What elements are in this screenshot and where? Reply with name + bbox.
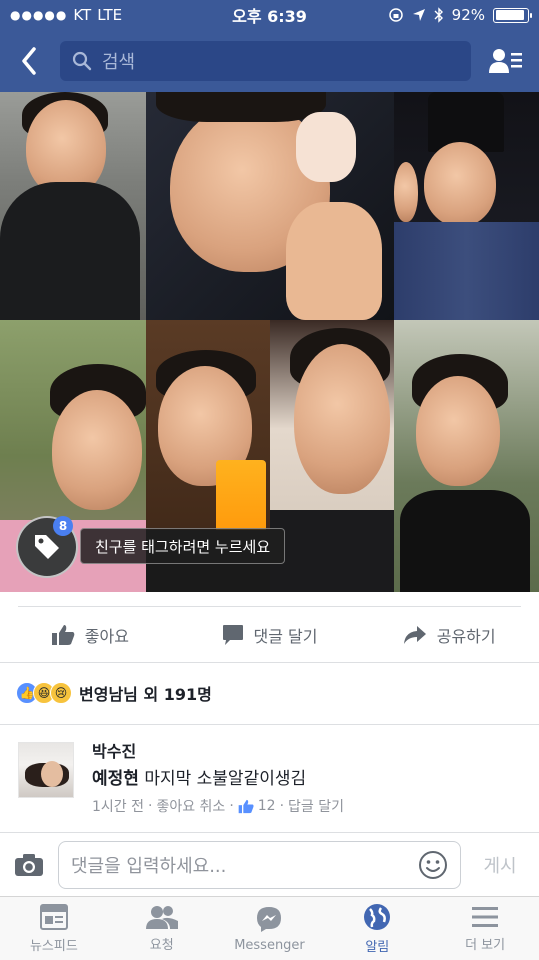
- bluetooth-icon: [434, 7, 443, 23]
- thumbs-up-icon: [238, 799, 254, 813]
- battery-percent: 92%: [451, 6, 485, 24]
- thumbs-up-icon: [51, 625, 75, 645]
- tag-icon: [35, 535, 59, 559]
- comment-label: 댓글 달기: [253, 627, 318, 646]
- reply-link[interactable]: 답글 달기: [288, 796, 344, 816]
- lock-rotation-icon: [388, 8, 403, 22]
- search-placeholder: 검색: [102, 52, 136, 73]
- divider: [18, 606, 521, 607]
- friend-requests-icon: [145, 905, 178, 929]
- comment-author[interactable]: 박수진: [92, 738, 136, 762]
- post-actions: 좋아요 댓글 달기 공유하기: [0, 608, 539, 662]
- comment-meta: 1시간 전 · 좋아요 취소 · 12 · 답글 달기: [92, 796, 345, 816]
- comment-placeholder: 댓글을 입력하세요...: [71, 856, 227, 877]
- sticker-icon[interactable]: [418, 850, 448, 880]
- divider: [0, 724, 539, 725]
- sad-reaction-icon: 😢: [50, 682, 72, 704]
- tab-label: 뉴스피드: [29, 938, 78, 954]
- tab-notifications[interactable]: 알림: [323, 897, 431, 960]
- carrier-label: KT: [73, 6, 92, 24]
- tab-newsfeed[interactable]: 뉴스피드: [0, 897, 108, 960]
- tag-count-badge: 8: [53, 516, 73, 536]
- tab-bar: 뉴스피드 요청 Messenger 알림 더 보기: [0, 896, 539, 960]
- photo-tile: [394, 320, 539, 592]
- tab-requests[interactable]: 요청: [108, 897, 216, 960]
- network-label: LTE: [97, 6, 123, 24]
- tag-tooltip[interactable]: 친구를 태그하려면 누르세요: [80, 528, 286, 564]
- comment-body: 예정현 마지막 소불알같이생김: [92, 764, 306, 789]
- share-label: 공유하기: [436, 627, 496, 646]
- location-icon: [412, 9, 425, 21]
- reaction-icons: 👍 😆 😢: [16, 682, 72, 704]
- globe-icon: [364, 903, 391, 930]
- comment-icon: [222, 625, 243, 645]
- status-bar: ●●●●● KT LTE 오후 6:39 92%: [0, 0, 539, 30]
- camera-button[interactable]: [12, 848, 46, 882]
- comment-like-count: 12: [257, 798, 276, 814]
- tab-messenger[interactable]: Messenger: [216, 897, 324, 960]
- camera-icon: [15, 854, 43, 876]
- reactions-text: 변영남님 외 191명: [79, 685, 212, 704]
- like-button[interactable]: 좋아요: [0, 608, 180, 662]
- share-button[interactable]: 공유하기: [359, 608, 539, 662]
- friends-list-button[interactable]: [485, 41, 527, 81]
- comment-input[interactable]: 댓글을 입력하세요...: [58, 841, 461, 889]
- avatar[interactable]: [18, 742, 74, 798]
- reactions-summary[interactable]: 👍 😆 😢 변영남님 외 191명: [16, 676, 212, 710]
- divider: [0, 832, 539, 833]
- comment-mention[interactable]: 예정현: [92, 769, 139, 789]
- comment: 박수진 예정현 마지막 소불알같이생김 1시간 전 · 좋아요 취소 · 12 …: [18, 738, 528, 822]
- chevron-left-icon: [22, 47, 36, 75]
- menu-icon: [472, 906, 499, 927]
- signal-dots-icon: ●●●●●: [10, 8, 68, 22]
- search-icon: [72, 51, 92, 71]
- like-label: 좋아요: [84, 627, 129, 646]
- comment-composer: 댓글을 입력하세요... 게시: [0, 836, 539, 894]
- messenger-icon: [257, 906, 282, 932]
- photo-tile: [146, 92, 394, 320]
- photo-tile: [394, 92, 539, 320]
- share-arrow-icon: [403, 626, 426, 644]
- comment-text: 마지막 소불알같이생김: [138, 769, 307, 789]
- post-photo[interactable]: 8 친구를 태그하려면 누르세요: [0, 92, 539, 592]
- photo-tile: [270, 320, 394, 592]
- comment-time[interactable]: 1시간 전: [92, 796, 144, 816]
- comment-button[interactable]: 댓글 달기: [180, 608, 360, 662]
- search-input[interactable]: 검색: [60, 41, 471, 81]
- tab-label: Messenger: [234, 937, 305, 953]
- tab-label: 알림: [365, 939, 390, 955]
- battery-icon: [493, 7, 532, 23]
- post-button[interactable]: 게시: [473, 852, 527, 878]
- back-button[interactable]: [12, 41, 46, 81]
- divider: [0, 662, 539, 663]
- unlike-link[interactable]: 좋아요 취소: [156, 796, 225, 816]
- top-bar: ●●●●● KT LTE 오후 6:39 92% 검색: [0, 0, 539, 92]
- newsfeed-icon: [39, 903, 68, 930]
- tab-label: 요청: [149, 937, 174, 953]
- tab-more[interactable]: 더 보기: [431, 897, 539, 960]
- nav-bar: 검색: [0, 30, 539, 92]
- photo-tile: [0, 92, 146, 320]
- friends-list-icon: [489, 49, 522, 73]
- tab-label: 더 보기: [465, 937, 506, 953]
